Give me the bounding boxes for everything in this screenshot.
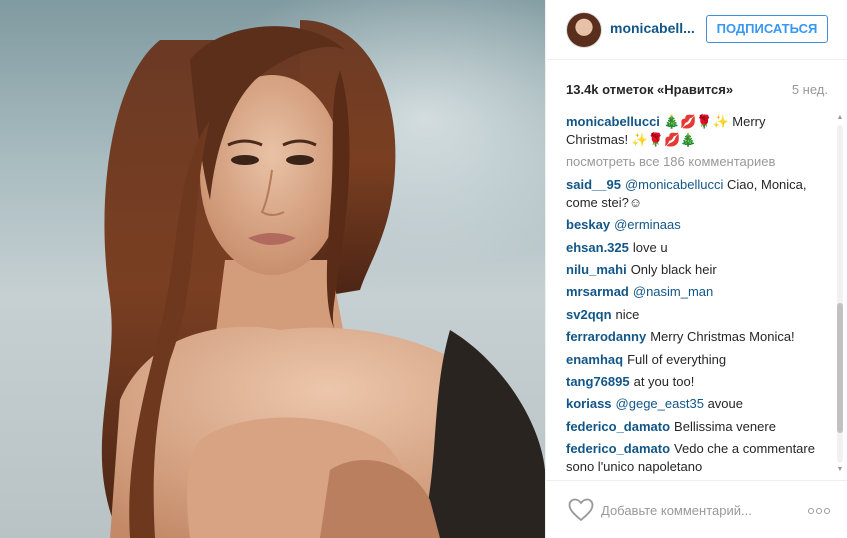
scroll-thumb[interactable]	[837, 303, 843, 433]
comment-text: Only black heir	[630, 261, 717, 277]
comment-text: Merry Christmas Monica!	[650, 329, 795, 345]
scroll-track[interactable]	[837, 125, 843, 463]
post-time[interactable]: 5 нед.	[792, 82, 828, 97]
comment-mention[interactable]: @gege_east35	[616, 396, 704, 411]
post-header: monicabell... ПОДПИСАТЬСЯ	[546, 0, 847, 60]
comment-item: sv2qqn nice	[566, 306, 824, 324]
caption: monicabellucci 🎄💋🌹✨ Merry Christmas! ✨🌹💋🎄	[566, 113, 824, 149]
comment-username[interactable]: ehsan.325	[566, 240, 629, 255]
comment-text: at you too!	[633, 373, 695, 389]
comment-username[interactable]: tang76895	[566, 374, 630, 389]
comment-username[interactable]: ferrarodanny	[566, 329, 646, 344]
comment-item: tang76895 at you too!	[566, 373, 824, 391]
comment-username[interactable]: nilu_mahi	[566, 262, 627, 277]
portrait-illustration	[101, 20, 545, 538]
comments-list[interactable]: monicabellucci 🎄💋🌹✨ Merry Christmas! ✨🌹💋🎄…	[566, 113, 824, 475]
comment-username[interactable]: sv2qqn	[566, 307, 612, 322]
comment-item: ehsan.325 love u	[566, 239, 824, 257]
post-photo[interactable]	[0, 0, 545, 538]
likes-count[interactable]: 13.4k отметок «Нравится»	[566, 82, 733, 97]
post-stats: 13.4k отметок «Нравится» 5 нед.	[566, 82, 828, 100]
comment-item: koriass @gege_east35 avoue	[566, 395, 824, 413]
comment-mention[interactable]: @erminaas	[614, 217, 681, 232]
comment-item: federico_damato Vedo che a commentare son…	[566, 440, 824, 475]
comment-username[interactable]: enamhaq	[566, 352, 623, 367]
comment-username[interactable]: federico_damato	[566, 419, 670, 434]
more-options-icon[interactable]	[808, 502, 834, 516]
comment-text: Full of everything	[627, 351, 727, 367]
comment-username[interactable]: beskay	[566, 217, 610, 232]
view-all-comments-link[interactable]: посмотреть все 186 комментариев	[566, 153, 824, 171]
author-username[interactable]: monicabell...	[610, 20, 695, 36]
heart-icon[interactable]	[568, 498, 594, 522]
follow-button[interactable]: ПОДПИСАТЬСЯ	[706, 15, 828, 43]
comment-username[interactable]: said__95	[566, 177, 621, 192]
comment-username[interactable]: federico_damato	[566, 441, 670, 456]
comment-text: love u	[632, 239, 668, 255]
instagram-post: monicabell... ПОДПИСАТЬСЯ 13.4k отметок …	[0, 0, 847, 538]
comment-item: ferrarodanny Merry Christmas Monica!	[566, 328, 824, 346]
avatar[interactable]	[566, 12, 602, 48]
post-side-panel: monicabell... ПОДПИСАТЬСЯ 13.4k отметок …	[545, 0, 847, 538]
comments-scrollbar[interactable]: ▲ ▼	[835, 113, 845, 475]
scroll-down-arrow-icon[interactable]: ▼	[835, 465, 845, 475]
comment-input[interactable]	[601, 497, 801, 523]
comment-item: federico_damato Bellissima venere	[566, 418, 824, 436]
post-footer	[546, 480, 847, 538]
comment-text: avoue	[707, 396, 743, 412]
comment-text: nice	[615, 306, 640, 322]
comment-username[interactable]: mrsarmad	[566, 284, 629, 299]
comment-item: said__95 @monicabellucci Ciao, Monica, co…	[566, 176, 824, 212]
comment-mention[interactable]: @monicabellucci	[625, 177, 723, 192]
comment-item: beskay @erminaas	[566, 216, 824, 234]
comment-mention[interactable]: @nasim_man	[633, 284, 713, 299]
comment-item: nilu_mahi Only black heir	[566, 261, 824, 279]
scroll-up-arrow-icon[interactable]: ▲	[835, 113, 845, 123]
comment-username[interactable]: koriass	[566, 396, 612, 411]
caption-username[interactable]: monicabellucci	[566, 114, 660, 129]
comment-text: Bellissima venere	[674, 418, 776, 434]
comment-item: mrsarmad @nasim_man	[566, 283, 824, 301]
comment-item: enamhaq Full of everything	[566, 351, 824, 369]
